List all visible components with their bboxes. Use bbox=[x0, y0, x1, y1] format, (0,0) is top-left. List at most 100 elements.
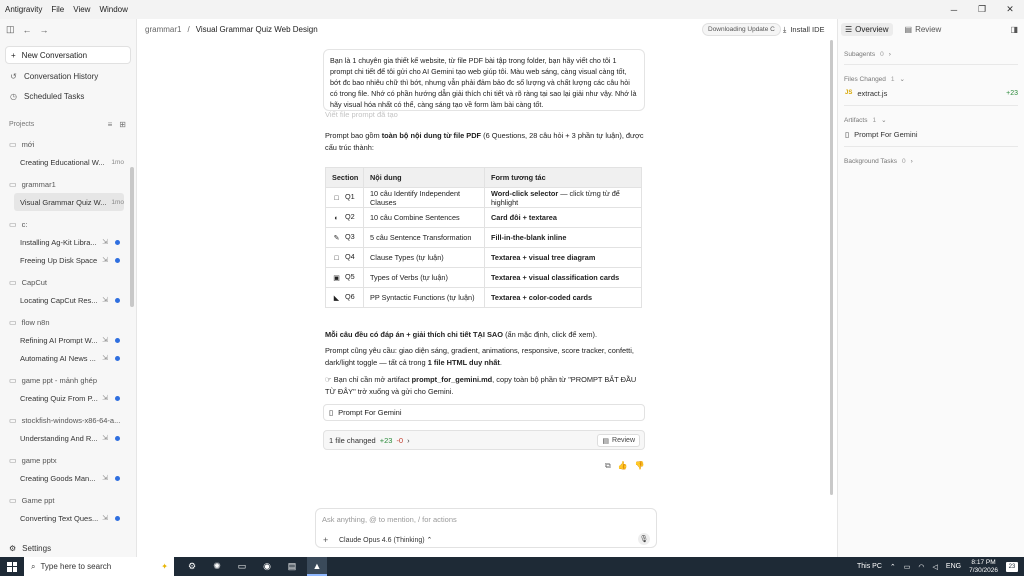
this-pc-label[interactable]: This PC bbox=[857, 563, 882, 570]
pin-icon[interactable]: ⇲ bbox=[102, 434, 108, 442]
project-folder[interactable]: ▭ c: bbox=[0, 216, 136, 233]
conversation-item[interactable]: Installing Ag-Kit Libra... ⇲ bbox=[14, 233, 124, 251]
antigravity-app-icon[interactable]: ▲ bbox=[307, 557, 327, 576]
sidebar-scrollbar[interactable] bbox=[130, 167, 134, 307]
thumbs-down-icon[interactable]: 👎 bbox=[635, 461, 645, 471]
language-indicator[interactable]: ENG bbox=[946, 563, 961, 570]
zalo-app-icon[interactable]: ▭ bbox=[232, 557, 252, 576]
project-folder[interactable]: ▭ Game ppt bbox=[0, 492, 136, 509]
close-icon[interactable]: ✕ bbox=[996, 0, 1024, 19]
scheduled-tasks-link[interactable]: ◷ Scheduled Tasks bbox=[0, 86, 136, 106]
pin-icon[interactable]: ⇲ bbox=[102, 474, 108, 482]
forward-arrow-icon[interactable]: → bbox=[40, 25, 49, 35]
chrome-icon[interactable]: ◉ bbox=[257, 557, 277, 576]
new-conversation-button[interactable]: + New Conversation bbox=[5, 46, 131, 64]
file-item[interactable]: JS extract.js +23 bbox=[838, 85, 1024, 101]
section-icon: ◐ bbox=[334, 215, 339, 222]
download-update-status[interactable]: Downloading Update C bbox=[702, 23, 781, 36]
toggle-panel-icon[interactable]: ◨ bbox=[1010, 25, 1018, 34]
toggle-sidebar-icon[interactable]: ◫ bbox=[6, 24, 15, 35]
files-changed-bar[interactable]: 1 file changed +23 -0 › ▤ Review bbox=[323, 430, 645, 450]
pin-icon[interactable]: ⇲ bbox=[102, 514, 108, 522]
section-label: Q1 bbox=[345, 192, 355, 201]
conversation-item[interactable]: Creating Quiz From P... ⇲ bbox=[14, 389, 124, 407]
menu-window[interactable]: Window bbox=[99, 5, 127, 14]
tool-step-line[interactable]: Viết file prompt đã tạo bbox=[325, 110, 398, 119]
tab-review[interactable]: ▤ Review bbox=[901, 23, 946, 36]
pin-icon[interactable]: ⇲ bbox=[102, 296, 108, 304]
start-button[interactable] bbox=[0, 557, 24, 576]
back-arrow-icon[interactable]: ← bbox=[23, 25, 32, 35]
clock[interactable]: 8:17 PM 7/30/2026 bbox=[969, 559, 998, 575]
project-folder[interactable]: ▭ mới bbox=[0, 136, 136, 153]
project-folder[interactable]: ▭ CapCut bbox=[0, 274, 136, 291]
section-label: Q3 bbox=[345, 232, 355, 241]
pin-icon[interactable]: ⇲ bbox=[102, 354, 108, 362]
artifact-item[interactable]: ▯ Prompt For Gemini bbox=[838, 126, 1024, 142]
conversation-item[interactable]: Refining AI Prompt W... ⇲ bbox=[14, 331, 124, 349]
conversation-age: 1mo bbox=[111, 198, 124, 206]
conversation-title: Locating CapCut Res... bbox=[20, 295, 98, 305]
menu-view[interactable]: View bbox=[73, 5, 90, 14]
burst-app-icon[interactable]: ✺ bbox=[207, 557, 227, 576]
conversation-history-link[interactable]: ↺ Conversation History bbox=[0, 66, 136, 86]
restore-icon[interactable]: ❐ bbox=[968, 0, 996, 19]
pin-icon[interactable]: ⇲ bbox=[102, 238, 108, 246]
pin-icon[interactable]: ⇲ bbox=[102, 256, 108, 264]
thumbs-up-icon[interactable]: 👍 bbox=[618, 461, 628, 471]
volume-icon[interactable]: ◁ bbox=[933, 563, 938, 571]
conversation-age: 1mo bbox=[111, 158, 124, 166]
review-button[interactable]: ▤ Review bbox=[597, 434, 640, 447]
microphone-icon[interactable]: 🎙 bbox=[638, 533, 650, 545]
chat-scrollbar[interactable] bbox=[830, 40, 833, 495]
menu-file[interactable]: File bbox=[51, 5, 64, 14]
chat-input-box[interactable]: Ask anything, @ to mention, / for action… bbox=[315, 508, 657, 548]
conversation-item[interactable]: Freeing Up Disk Space ⇲ bbox=[14, 251, 124, 269]
project-folder[interactable]: ▭ flow n8n bbox=[0, 314, 136, 331]
notification-badge[interactable]: 23 bbox=[1006, 561, 1018, 572]
section-icon: □ bbox=[334, 255, 339, 262]
background-tasks-count: 0 bbox=[902, 157, 906, 165]
pin-icon[interactable]: ⇲ bbox=[102, 394, 108, 402]
artifact-card[interactable]: ▯ Prompt For Gemini bbox=[323, 404, 645, 421]
model-selector[interactable]: Claude Opus 4.6 (Thinking) ⌃ bbox=[339, 536, 432, 544]
settings-button[interactable]: ⚙ Settings bbox=[0, 539, 136, 557]
unread-dot bbox=[115, 297, 120, 303]
breadcrumb-project[interactable]: grammar1 bbox=[145, 25, 181, 34]
subagents-section[interactable]: Subagents 0 › bbox=[838, 48, 1024, 60]
document-icon: ▯ bbox=[329, 408, 334, 417]
files-changed-section[interactable]: Files Changed 1 ⌄ bbox=[838, 73, 1024, 85]
project-folder[interactable]: ▭ game pptx bbox=[0, 452, 136, 469]
background-tasks-section[interactable]: Background Tasks 0 › bbox=[838, 155, 1024, 167]
install-ide-button[interactable]: ⤓ Install IDE bbox=[783, 23, 825, 36]
wifi-icon[interactable]: ◠ bbox=[918, 563, 924, 571]
project-folder[interactable]: ▭ game ppt - mảnh ghép bbox=[0, 372, 136, 389]
chat-input-placeholder[interactable]: Ask anything, @ to mention, / for action… bbox=[322, 515, 457, 524]
network-icon[interactable]: ▭ bbox=[904, 563, 911, 571]
settings-app-icon[interactable]: ⚙ bbox=[182, 557, 202, 576]
conversation-item[interactable]: Visual Grammar Quiz W... 1mo bbox=[14, 193, 124, 211]
terminal-app-icon[interactable]: ▤ bbox=[282, 557, 302, 576]
conversation-title: Refining AI Prompt W... bbox=[20, 335, 98, 345]
conversation-item[interactable]: Locating CapCut Res... ⇲ bbox=[14, 291, 124, 309]
folder-icon: ▭ bbox=[9, 318, 17, 327]
conversation-item[interactable]: Creating Goods Man... ⇲ bbox=[14, 469, 124, 487]
add-context-icon[interactable]: + bbox=[323, 535, 328, 545]
taskbar-search[interactable]: ⌕ Type here to search ✦ bbox=[24, 557, 174, 576]
sidebar-toolbar: ◫ ← → bbox=[0, 19, 136, 40]
tab-overview[interactable]: ☰ Overview bbox=[841, 23, 893, 36]
chevron-up-icon[interactable]: ⌃ bbox=[890, 563, 896, 571]
conversation-item[interactable]: Creating Educational W... 1mo bbox=[14, 153, 124, 171]
file-diff: +23 bbox=[1006, 89, 1018, 97]
project-folder[interactable]: ▭ grammar1 bbox=[0, 176, 136, 193]
conversation-item[interactable]: Understanding And R... ⇲ bbox=[14, 429, 124, 447]
filter-icon[interactable]: ≡ bbox=[108, 120, 113, 129]
conversation-item[interactable]: Automating AI News ... ⇲ bbox=[14, 349, 124, 367]
artifacts-section[interactable]: Artifacts 1 ⌄ bbox=[838, 114, 1024, 126]
copy-icon[interactable]: ⧉ bbox=[605, 461, 611, 471]
conversation-item[interactable]: Converting Text Ques... ⇲ bbox=[14, 509, 124, 527]
project-folder[interactable]: ▭ stockfish-windows-x86-64-a... bbox=[0, 412, 136, 429]
minimize-icon[interactable]: ─ bbox=[940, 0, 968, 19]
pin-icon[interactable]: ⇲ bbox=[102, 336, 108, 344]
new-folder-icon[interactable]: ⊞ bbox=[119, 120, 126, 129]
